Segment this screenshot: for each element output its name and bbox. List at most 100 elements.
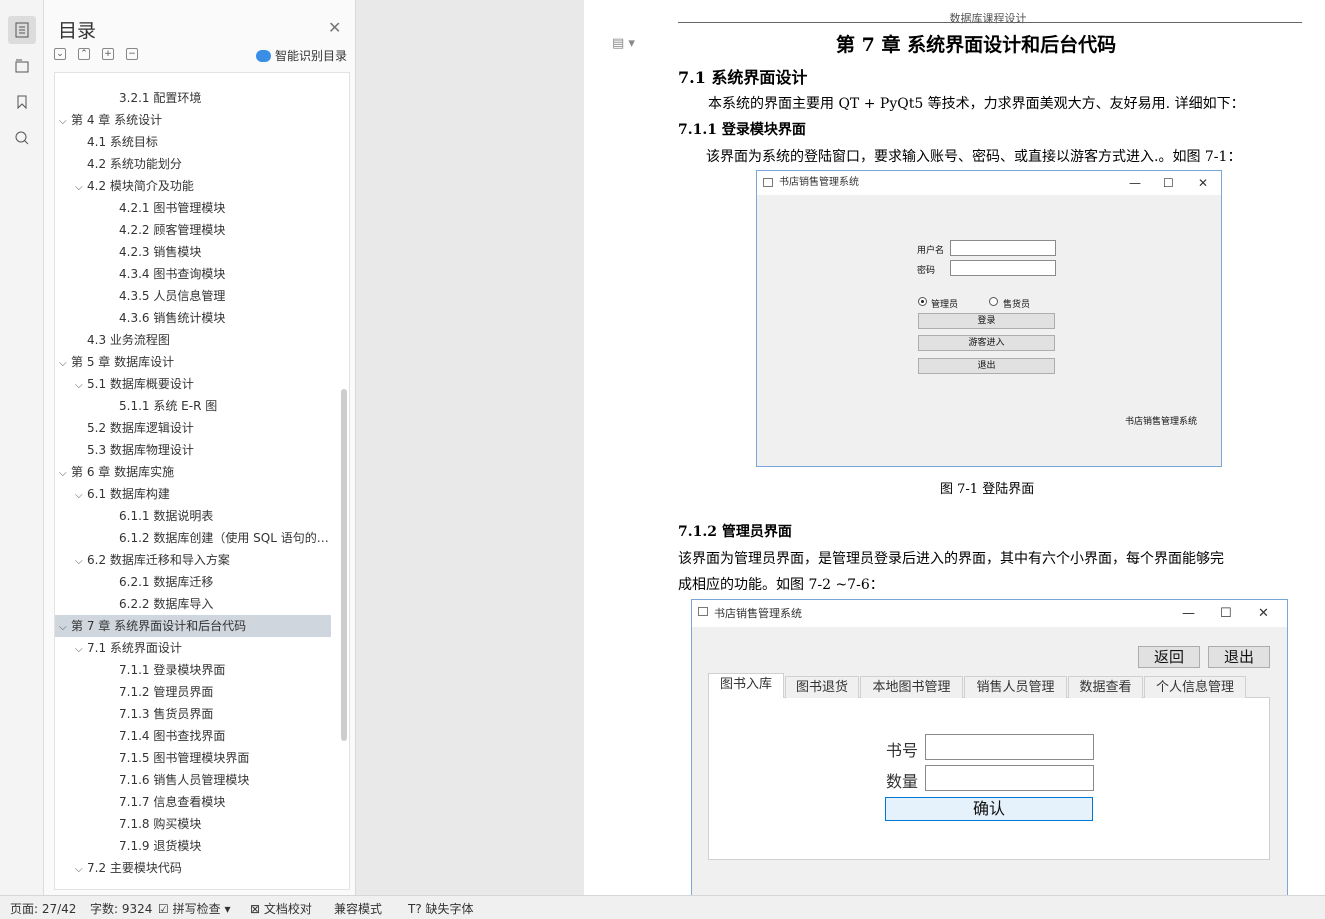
toc-item[interactable]: 6.1.1 数据说明表 <box>55 505 331 527</box>
toc-item[interactable]: 3.2.1 配置环境 <box>55 87 331 109</box>
header-rule <box>678 22 1302 23</box>
smart-toc-button[interactable]: 智能识别目录 <box>256 47 347 64</box>
toc-item-label: 第 4 章 系统设计 <box>71 113 163 127</box>
close-icon[interactable]: ✕ <box>1258 600 1269 627</box>
toc-item[interactable]: 6.1.2 数据库创建（使用 SQL 语句的 ... <box>55 527 331 549</box>
admin-tab[interactable]: 本地图书管理 <box>860 676 963 698</box>
toc-item[interactable]: 5.2 数据库逻辑设计 <box>55 417 331 439</box>
minimize-icon[interactable]: — <box>1182 600 1195 627</box>
chevron-down-icon[interactable]: ⌵ <box>75 485 87 505</box>
toc-item[interactable]: 7.1.1 登录模块界面 <box>55 659 331 681</box>
admin-tab[interactable]: 图书退货 <box>785 676 859 698</box>
toc-item[interactable]: ⌵ 7.2 主要模块代码 <box>55 857 331 879</box>
chevron-down-icon[interactable]: ⌵ <box>75 639 87 659</box>
toc-item[interactable]: 7.1.5 图书管理模块界面 <box>55 747 331 769</box>
login-window-figure: 书店销售管理系统 — ☐ ✕ 用户名 密码 管理员 售货员 登录 游客进入 退出… <box>756 170 1222 467</box>
admin-window-titlebar: 书店销售管理系统 — ☐ ✕ <box>692 600 1287 627</box>
username-input[interactable] <box>950 240 1056 256</box>
chapter-nav-icon[interactable] <box>8 52 36 80</box>
toc-item[interactable]: 4.2.2 顾客管理模块 <box>55 219 331 241</box>
toc-item-label: 4.3 业务流程图 <box>87 333 170 347</box>
chevron-down-icon[interactable]: ⌵ <box>75 859 87 879</box>
collapse-all-icon[interactable]: ⌄ <box>54 48 66 60</box>
seller-radio[interactable] <box>989 297 998 306</box>
password-input[interactable] <box>950 260 1056 276</box>
toc-item-label: 7.1.5 图书管理模块界面 <box>119 751 250 765</box>
toc-item[interactable]: 4.2.3 销售模块 <box>55 241 331 263</box>
add-heading-icon[interactable]: + <box>102 48 114 60</box>
toc-item[interactable]: ⌵ 第 6 章 数据库实施 <box>55 461 331 483</box>
toc-item[interactable]: 7.1.6 销售人员管理模块 <box>55 769 331 791</box>
toc-title: 目录 <box>58 20 97 42</box>
admin-tab[interactable]: 个人信息管理 <box>1144 676 1246 698</box>
chevron-down-icon[interactable]: ⌵ <box>75 551 87 571</box>
toc-item[interactable]: ⌵ 第 4 章 系统设计 <box>55 109 331 131</box>
toc-item[interactable]: 6.2.1 数据库迁移 <box>55 571 331 593</box>
toc-item[interactable]: 4.3.5 人员信息管理 <box>55 285 331 307</box>
toc-item[interactable]: 4.2.1 图书管理模块 <box>55 197 331 219</box>
chevron-down-icon[interactable]: ⌵ <box>75 177 87 197</box>
toc-item[interactable]: ⌵ 第 5 章 数据库设计 <box>55 351 331 373</box>
confirm-button[interactable]: 确认 <box>885 797 1093 821</box>
expand-up-icon[interactable]: ⌃ <box>78 48 90 60</box>
exit-button[interactable]: 退出 <box>1208 646 1270 668</box>
admin-tab[interactable]: 图书入库 <box>708 673 784 698</box>
exit-button[interactable]: 退出 <box>918 358 1055 374</box>
toc-item[interactable]: 4.3.4 图书查询模块 <box>55 263 331 285</box>
remove-heading-icon[interactable]: − <box>126 48 138 60</box>
back-button[interactable]: 返回 <box>1138 646 1200 668</box>
chevron-down-icon[interactable]: ⌵ <box>59 463 71 483</box>
toc-item[interactable]: ⌵ 6.2 数据库迁移和导入方案 <box>55 549 331 571</box>
toc-item[interactable]: 7.1.2 管理员界面 <box>55 681 331 703</box>
maximize-icon[interactable]: ☐ <box>1163 171 1174 195</box>
chevron-down-icon[interactable]: ⌵ <box>75 375 87 395</box>
toc-panel-icon[interactable] <box>8 16 36 44</box>
toc-item[interactable]: 7.1.4 图书查找界面 <box>55 725 331 747</box>
toc-item[interactable]: 7.1.8 购买模块 <box>55 813 331 835</box>
toc-item[interactable]: ⌵ 7.1 系统界面设计 <box>55 637 331 659</box>
search-icon[interactable] <box>8 124 36 152</box>
toc-item[interactable]: 7.1.7 信息查看模块 <box>55 791 331 813</box>
page-layout-icon[interactable]: ▤ ▾ <box>612 36 635 51</box>
toc-item[interactable]: ⌵ 4.2 模块简介及功能 <box>55 175 331 197</box>
quantity-input[interactable] <box>925 765 1094 791</box>
admin-tab[interactable]: 销售人员管理 <box>964 676 1067 698</box>
toc-item[interactable]: 7.1.3 售货员界面 <box>55 703 331 725</box>
toc-item[interactable]: 4.2 系统功能划分 <box>55 153 331 175</box>
toc-item[interactable]: 6.2.2 数据库导入 <box>55 593 331 615</box>
compat-mode[interactable]: 兼容模式 <box>334 900 382 917</box>
toc-item[interactable]: 4.3 业务流程图 <box>55 329 331 351</box>
chevron-down-icon[interactable]: ⌵ <box>59 617 71 637</box>
minimize-icon[interactable]: — <box>1129 171 1141 195</box>
toc-item[interactable]: ⌵ 5.1 数据库概要设计 <box>55 373 331 395</box>
admin-radio[interactable] <box>918 297 927 306</box>
close-icon[interactable]: ✕ <box>1198 171 1208 195</box>
chevron-down-icon[interactable]: ⌵ <box>59 353 71 373</box>
toc-item-label: 7.1.3 售货员界面 <box>119 707 214 721</box>
admin-tab[interactable]: 数据查看 <box>1068 676 1143 698</box>
page-indicator[interactable]: 页面: 27/42 <box>10 900 76 917</box>
toc-item[interactable]: 7.1.9 退货模块 <box>55 835 331 857</box>
bookmark-icon[interactable] <box>8 88 36 116</box>
book-no-input[interactable] <box>925 734 1094 760</box>
toc-item[interactable]: 5.1.1 系统 E-R 图 <box>55 395 331 417</box>
login-button[interactable]: 登录 <box>918 313 1055 329</box>
toc-item[interactable]: 4.1 系统目标 <box>55 131 331 153</box>
status-bar: 页面: 27/42 字数: 9324 ☑ 拼写检查 ▾ ⊠ 文档校对 兼容模式 … <box>0 895 1325 919</box>
toc-item-label: 4.1 系统目标 <box>87 135 158 149</box>
toc-item[interactable]: 4.3.6 销售统计模块 <box>55 307 331 329</box>
toc-item[interactable]: ⌵ 第 7 章 系统界面设计和后台代码 <box>55 615 331 637</box>
toc-item[interactable]: ⌵ 6.1 数据库构建 <box>55 483 331 505</box>
missing-font-button[interactable]: T? 缺失字体 <box>408 900 474 917</box>
toc-scrollbar[interactable] <box>341 389 347 741</box>
chevron-down-icon[interactable]: ⌵ <box>59 111 71 131</box>
toc-item[interactable]: 5.3 数据库物理设计 <box>55 439 331 461</box>
word-count[interactable]: 字数: 9324 <box>90 900 152 917</box>
guest-button[interactable]: 游客进入 <box>918 335 1055 351</box>
doc-check-button[interactable]: ⊠ 文档校对 <box>250 900 312 917</box>
spell-check-button[interactable]: ☑ 拼写检查 ▾ <box>158 900 230 917</box>
toc-item-label: 4.3.4 图书查询模块 <box>119 267 226 281</box>
toc-item-label: 5.3 数据库物理设计 <box>87 443 194 457</box>
maximize-icon[interactable]: ☐ <box>1220 600 1232 627</box>
close-icon[interactable]: ✕ <box>328 18 341 37</box>
